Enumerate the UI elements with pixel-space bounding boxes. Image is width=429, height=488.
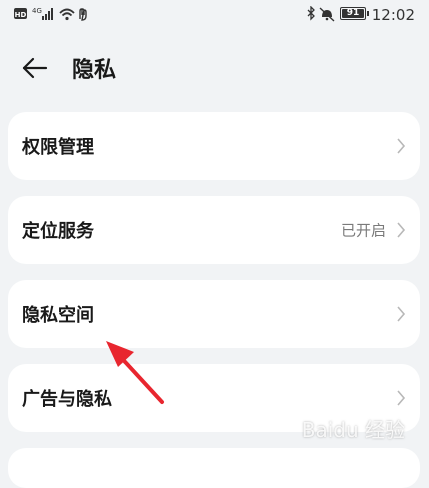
battery-level: 91 [346, 8, 360, 18]
status-icons-left: HD 4G [14, 7, 87, 21]
chevron-right-icon [397, 138, 406, 154]
list-item-label: 定位服务 [22, 221, 94, 242]
list-item-partial[interactable] [8, 448, 420, 488]
list-item-label: 权限管理 [22, 137, 94, 158]
header: 隐私 [0, 48, 429, 88]
back-arrow-icon[interactable] [22, 55, 48, 81]
hd-badge: HD [15, 11, 27, 19]
battery-indicator: 91 [340, 7, 369, 20]
chevron-right-icon [397, 222, 406, 238]
network-type: 4G [32, 7, 42, 15]
list-item-private-space[interactable]: 隐私空间 [8, 280, 420, 348]
list-item-label: 广告与隐私 [22, 389, 112, 410]
list-item-permission-management[interactable]: 权限管理 [8, 112, 420, 180]
chevron-right-icon [397, 390, 406, 406]
page-title: 隐私 [72, 58, 117, 83]
list-item-location-services[interactable]: 定位服务 已开启 [8, 196, 420, 264]
clock-time: 12:02 [371, 6, 415, 24]
status-bar: HD 4G 91 12:02 [0, 0, 429, 30]
watermark: Baidu 经验 [301, 418, 405, 442]
chevron-right-icon [397, 306, 406, 322]
bluetooth-mute-icons [307, 6, 335, 22]
status-value: 已开启 [340, 221, 386, 240]
list-item-label: 隐私空间 [22, 305, 94, 326]
